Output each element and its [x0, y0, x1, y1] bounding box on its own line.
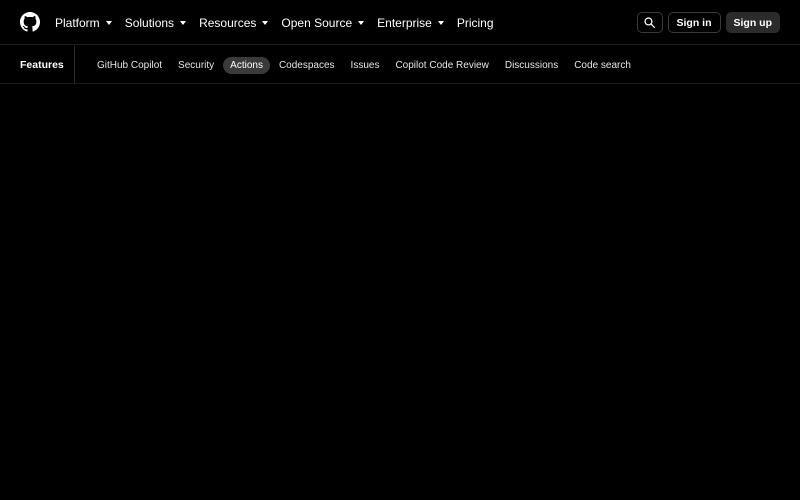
menu-item-label: Solutions	[124, 15, 175, 30]
subnav-link-github-copilot[interactable]: GitHub Copilot	[90, 57, 169, 74]
search-icon	[644, 17, 655, 28]
menu-item-label: Pricing	[456, 15, 494, 30]
menu-item-label: Platform	[55, 15, 100, 30]
menu-item-platform[interactable]: Platform	[55, 16, 112, 30]
github-mark-icon	[20, 12, 40, 32]
header-actions: Sign in Sign up	[636, 12, 780, 33]
subnav-link-code-search[interactable]: Code search	[567, 57, 638, 74]
subnav-link-security[interactable]: Security	[171, 57, 221, 74]
caret-down-icon	[262, 20, 269, 25]
main-content	[0, 85, 800, 500]
subnav-title-label: Features	[20, 59, 64, 71]
subnav-links: GitHub Copilot Security Actions Codespac…	[90, 46, 640, 84]
menu-item-resources[interactable]: Resources	[199, 15, 269, 30]
top-navigation: Platform Solutions Resources Open Source…	[0, 0, 800, 45]
caret-down-icon	[105, 20, 112, 25]
subnav-link-copilot-code-review[interactable]: Copilot Code Review	[388, 57, 495, 74]
sign-up-button[interactable]: Sign up	[725, 12, 780, 33]
subnav-link-discussions[interactable]: Discussions	[498, 57, 565, 74]
github-logo-link[interactable]	[20, 12, 40, 32]
main-menu: Platform Solutions Resources Open Source…	[55, 0, 507, 45]
caret-down-icon	[358, 20, 365, 25]
menu-item-label: Open Source	[281, 15, 353, 30]
menu-item-pricing[interactable]: Pricing	[457, 16, 494, 30]
menu-item-solutions[interactable]: Solutions	[124, 15, 187, 30]
subnav-title[interactable]: Features	[20, 46, 75, 84]
menu-item-open-source[interactable]: Open Source	[281, 15, 365, 30]
menu-item-label: Enterprise	[377, 15, 432, 30]
search-button[interactable]	[636, 12, 663, 33]
subnav-link-actions[interactable]: Actions	[223, 56, 270, 74]
menu-item-label: Resources	[199, 15, 257, 30]
subnav-link-codespaces[interactable]: Codespaces	[272, 57, 342, 74]
menu-item-enterprise[interactable]: Enterprise	[377, 16, 444, 30]
subnav-link-issues[interactable]: Issues	[344, 57, 387, 74]
sign-in-button[interactable]: Sign in	[667, 12, 721, 33]
caret-down-icon	[437, 20, 444, 25]
caret-down-icon	[180, 20, 187, 25]
features-subnav: Features GitHub Copilot Security Actions…	[0, 46, 800, 84]
